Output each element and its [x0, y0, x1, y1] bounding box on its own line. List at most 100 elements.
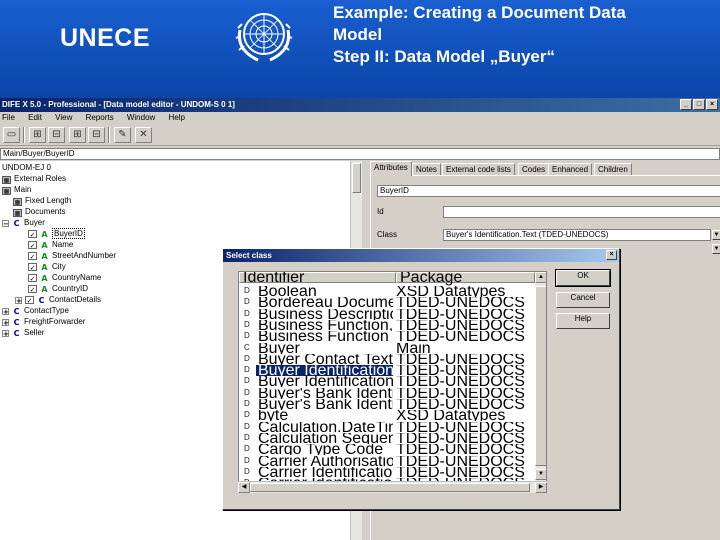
slide-title: Example: Creating a Document Data Model …	[333, 2, 626, 68]
tree-node-label: Name	[52, 240, 74, 249]
tree-node[interactable]: ▦ Fixed Length	[13, 195, 71, 206]
dialog-close-button[interactable]: ×	[606, 250, 617, 260]
tab-attributes[interactable]: Attributes	[370, 161, 412, 176]
tree-node[interactable]: ✓ A CountryID	[28, 283, 88, 294]
new-file-icon[interactable]: ▭	[3, 127, 20, 143]
checkbox-icon[interactable]: ✓	[28, 263, 37, 272]
edit-icon[interactable]: ✎	[114, 127, 131, 143]
checkbox-icon[interactable]: ✓	[28, 285, 37, 294]
tree-node[interactable]: ✓ A StreetAndNumber	[28, 250, 116, 261]
list-item[interactable]: D Cargo Type Code TDED-UNEDOCS	[239, 444, 535, 455]
name-field[interactable]: BuyerID	[377, 185, 720, 197]
expand-icon[interactable]: +	[2, 308, 9, 316]
menu-view[interactable]: View	[55, 113, 72, 122]
expand-icon[interactable]: +	[2, 330, 9, 338]
checkbox-icon[interactable]: ✓	[28, 252, 37, 261]
list-hscrollbar[interactable]: ◀ ▶	[238, 481, 547, 493]
row-package: TDED-UNEDOCS	[396, 444, 525, 456]
list-item[interactable]: D Carrier Identification IdentifierTDED-U…	[239, 467, 535, 478]
list-item[interactable]: D Buyer's Bank Identification TextTDED-UN…	[239, 399, 535, 410]
tree-node-label: Fixed Length	[25, 196, 72, 205]
list-item[interactable]: D Boolean XSD Datatypes	[239, 286, 535, 297]
scroll-right-icon[interactable]: ▶	[535, 482, 547, 493]
list-item[interactable]: D Business Description TextTDED-UNEDOCS	[239, 309, 535, 320]
menu-edit[interactable]: Edit	[28, 113, 42, 122]
menu-reports[interactable]: Reports	[86, 113, 114, 122]
scroll-up-icon[interactable]: ▲	[535, 272, 546, 283]
menu-file[interactable]: File	[2, 113, 15, 122]
chevron-down-icon[interactable]: ▼	[712, 230, 720, 240]
list-item[interactable]: D Calculation Sequence CodeTDED-UNEDOCS	[239, 433, 535, 444]
scroll-thumb[interactable]	[535, 286, 546, 466]
delete-icon[interactable]: ✕	[135, 127, 152, 143]
menu-help[interactable]: Help	[169, 113, 185, 122]
checkbox-icon[interactable]: ✓	[25, 296, 34, 305]
scroll-down-icon[interactable]: ▼	[535, 469, 546, 480]
add-child-icon[interactable]: ⊟	[48, 127, 65, 143]
expand-icon[interactable]: +	[15, 297, 22, 305]
tab-notes[interactable]: Notes	[412, 163, 441, 175]
list-item[interactable]: D Buyer's Bank Identification IdentifierT…	[239, 388, 535, 399]
tree-node[interactable]: + C Seller	[2, 327, 44, 338]
hscroll-thumb[interactable]	[250, 483, 530, 492]
tree-node[interactable]: ▦ Main	[2, 184, 31, 195]
tree-node[interactable]: + C ContactType	[2, 305, 69, 316]
list-item[interactable]: D Bordereau Document Identification ...TD…	[239, 297, 535, 308]
id-field[interactable]	[443, 206, 720, 218]
tab-external-code-lists[interactable]: External code lists	[442, 163, 515, 175]
class-field[interactable]: Buyer's Identification.Text (TDED-UNEDOC…	[443, 229, 711, 241]
list-item[interactable]: D Carrier Authorisation TextTDED-UNEDOCS	[239, 456, 535, 467]
add-class-icon[interactable]: ⊟	[88, 127, 105, 143]
tab-enhanced[interactable]: Enhanced	[548, 163, 593, 175]
checkbox-icon[interactable]: ✓	[28, 274, 37, 283]
list-item[interactable]: D Business Function, Type CodeTDED-UNEDOC…	[239, 320, 535, 331]
tree-node[interactable]: − C Buyer	[2, 217, 45, 228]
tree-node[interactable]: ✓ A City	[28, 261, 66, 272]
tree-node[interactable]: ▦ External Roles	[2, 173, 66, 184]
scroll-thumb[interactable]	[352, 163, 361, 193]
ok-button[interactable]: OK	[555, 269, 611, 287]
minimize-button[interactable]: _	[680, 99, 692, 110]
tree-node-label: ContactDetails	[49, 295, 102, 304]
datatype-kind-icon: D	[244, 444, 250, 454]
column-header-package[interactable]: Package	[396, 272, 535, 286]
datatype-kind-icon: D	[244, 308, 250, 318]
datatype-kind-icon: D	[244, 319, 250, 329]
datatype-kind-icon: D	[244, 353, 250, 363]
expand-icon[interactable]: +	[2, 319, 9, 327]
tab-children[interactable]: Children	[594, 163, 632, 175]
add-node-icon[interactable]: ⊞	[29, 127, 46, 143]
tree-node-label: CountryID	[52, 284, 89, 293]
list-item[interactable]: D Buyer Identification TextTDED-UNEDOCS	[239, 376, 535, 387]
collapse-icon[interactable]: −	[2, 220, 9, 228]
tree-node[interactable]: UNDOM-EJ 0	[2, 162, 51, 173]
close-button[interactable]: ×	[706, 99, 718, 110]
list-item[interactable]: D Buyer Identification.IdentifierTDED-UNE…	[239, 365, 535, 377]
chevron-down-icon[interactable]: ▼	[712, 244, 720, 254]
tree-node[interactable]: ✓ A CountryName	[28, 272, 101, 283]
menu-window[interactable]: Window	[127, 113, 155, 122]
list-item[interactable]: Dbyte XSD Datatypes	[239, 410, 535, 421]
list-scrollbar[interactable]: ▲ ▼	[535, 272, 546, 492]
tree-node[interactable]: ▦ Documents	[13, 206, 65, 217]
checkbox-icon[interactable]: ✓	[28, 230, 37, 239]
cancel-button[interactable]: Cancel	[556, 292, 610, 308]
toolbar-separator	[108, 127, 110, 143]
list-item[interactable]: D Calculation.DateTimeTDED-UNEDOCS	[239, 422, 535, 433]
list-item[interactable]: C Buyer Main	[239, 343, 535, 354]
scroll-left-icon[interactable]: ◀	[238, 482, 250, 493]
list-item[interactable]: D Buyer Contact Text TDED-UNEDOCS	[239, 354, 535, 365]
checkbox-icon[interactable]: ✓	[28, 241, 37, 250]
tab-codes[interactable]: Codes	[518, 163, 550, 175]
column-header-identifier[interactable]: Identifier	[239, 272, 396, 286]
tree-node[interactable]: + C FreightForwarder	[2, 316, 85, 327]
tree-node-selected[interactable]: ✓ A BuyerID	[28, 228, 85, 239]
tree-node-label: StreetAndNumber	[52, 251, 117, 260]
list-item[interactable]: D Business Function CodeTDED-UNEDOCS	[239, 331, 535, 342]
help-button[interactable]: Help	[556, 313, 610, 329]
tree-node[interactable]: ✓ A Name	[28, 239, 73, 250]
class-list[interactable]: Identifier Package D Boolean XSD Datatypes…	[238, 271, 547, 493]
maximize-button[interactable]: □	[693, 99, 705, 110]
add-attribute-icon[interactable]: ⊞	[69, 127, 86, 143]
tree-node[interactable]: + ✓ C ContactDetails	[15, 294, 101, 305]
